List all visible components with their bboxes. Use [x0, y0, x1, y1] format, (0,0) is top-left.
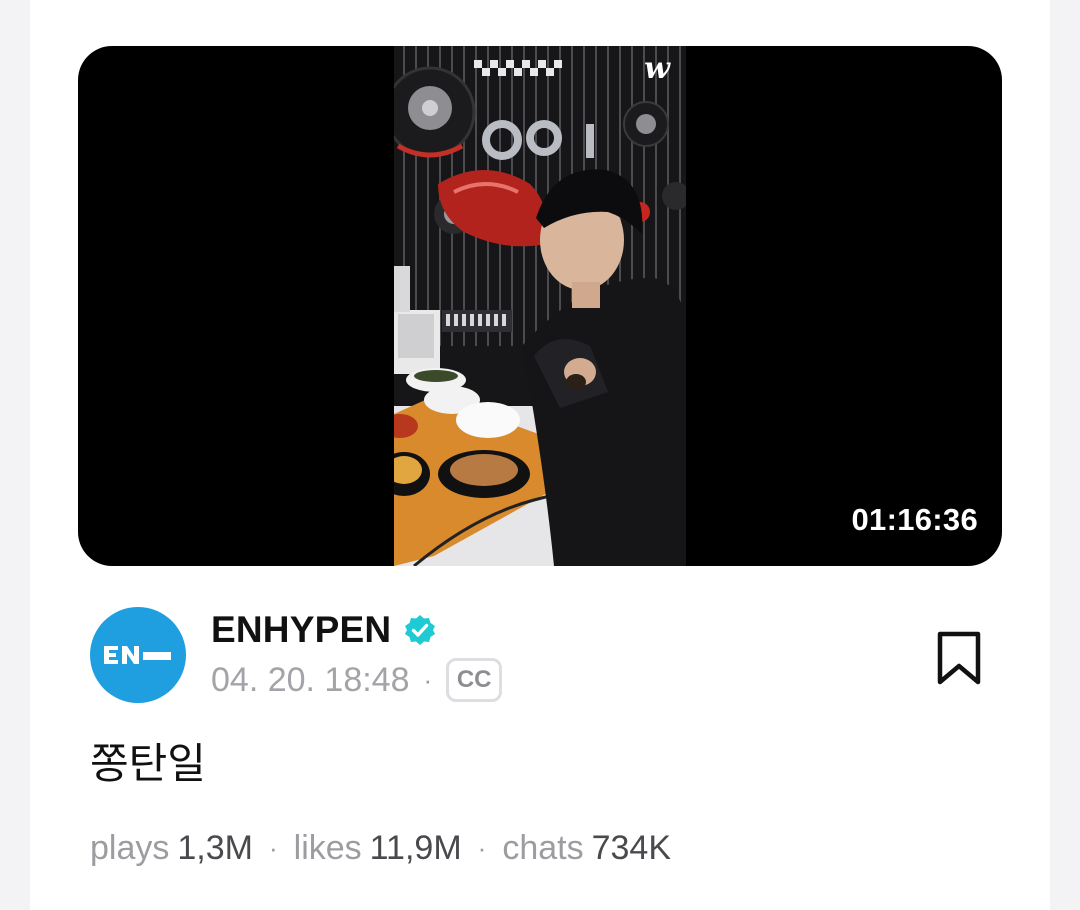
video-player[interactable]: w 01:16:36 [78, 46, 1002, 566]
video-duration: 01:16:36 [851, 502, 978, 537]
avatar[interactable] [90, 607, 186, 703]
chats-label: chats [502, 828, 584, 867]
chats-value: 734K [591, 828, 671, 867]
post-title: 쫑탄일 [90, 739, 206, 788]
plays-value: 1,3M [177, 828, 253, 867]
stats-row: plays 1,3M · likes 11,9M · chats 734K [90, 826, 671, 870]
likes-value: 11,9M [369, 828, 462, 867]
verified-badge-icon [405, 615, 436, 645]
likes-label: likes [293, 828, 362, 867]
separator-dot: · [423, 664, 433, 695]
separator-dot: · [477, 832, 487, 863]
post-meta: 04. 20. 18:48 · CC [211, 656, 503, 704]
weverse-logo: w [644, 51, 670, 86]
bookmark-icon[interactable] [931, 628, 987, 688]
cc-icon[interactable]: CC [446, 658, 503, 702]
separator-dot: · [268, 832, 278, 863]
author-name[interactable]: ENHYPEN [211, 609, 391, 651]
plays-label: plays [90, 828, 170, 867]
post-date: 04. 20. 18:48 [211, 660, 410, 699]
video-thumbnail: w [394, 46, 686, 566]
author-row: ENHYPEN [211, 608, 437, 652]
post-card: w 01:16:36 ENHYPEN 04. 20. 18:48 · CC 쫑탄… [30, 0, 1050, 910]
